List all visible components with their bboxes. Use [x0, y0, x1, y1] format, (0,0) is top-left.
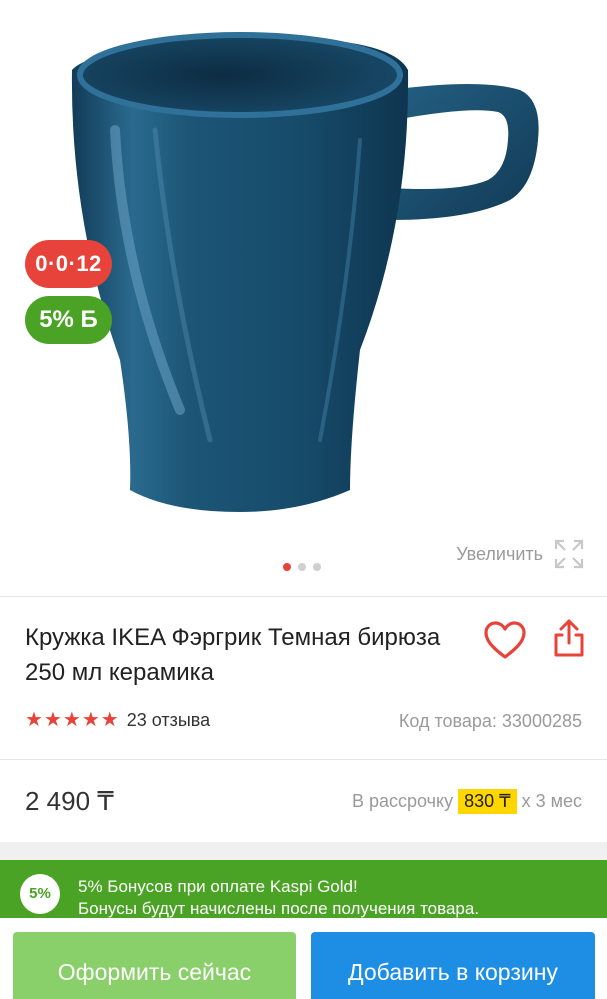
product-price: 2 490 ₸ [25, 786, 114, 816]
star-icon: ★ [43, 709, 62, 731]
gallery-pagination[interactable] [283, 563, 321, 571]
installment-badge: 0·0·12 [25, 240, 112, 288]
installment-prefix: В рассрочку [351, 791, 454, 811]
rating-stars: ★ ★ ★ ★ ★ [25, 709, 119, 731]
gallery-dot-2[interactable] [298, 563, 306, 571]
gallery-dot-3[interactable] [313, 563, 321, 571]
product-gallery[interactable]: 0·0·12 5% Б Увеличить [0, 0, 607, 595]
zoom-label: Увеличить [456, 543, 543, 564]
zoom-button[interactable]: Увеличить [456, 538, 585, 570]
product-image-mug[interactable] [60, 20, 550, 520]
reviews-link[interactable]: 23 отзыва [127, 710, 210, 731]
section-separator [0, 842, 607, 860]
installment-suffix: х 3 мес [521, 791, 582, 811]
gallery-dot-1[interactable] [283, 563, 291, 571]
bonus-badge: 5% Б [25, 296, 112, 344]
bonus-text: 5% Бонусов при оплате Kaspi Gold! Бонусы… [78, 876, 479, 920]
bonus-text-line1: 5% Бонусов при оплате Kaspi Gold! [78, 877, 358, 896]
share-icon[interactable] [553, 618, 585, 658]
divider [0, 759, 607, 760]
star-icon: ★ [25, 709, 43, 731]
expand-icon [554, 539, 584, 569]
star-icon: ★ [62, 709, 81, 731]
bonus-text-line2: Бонусы будут начислены после получения т… [78, 899, 480, 918]
bonus-banner: 5% 5% Бонусов при оплате Kaspi Gold! Бон… [0, 860, 607, 918]
favorite-heart-icon[interactable] [483, 620, 527, 660]
star-icon: ★ [81, 709, 100, 731]
bonus-percent-circle: 5% [20, 874, 60, 914]
buy-now-button[interactable]: Оформить сейчас [13, 932, 296, 999]
divider [0, 596, 607, 597]
product-title: Кружка IKEA Фэргрик Темная бирюза 250 мл… [25, 624, 441, 686]
star-icon: ★ [100, 709, 119, 731]
add-to-cart-button[interactable]: Добавить в корзину [311, 932, 595, 999]
product-rating[interactable]: ★ ★ ★ ★ ★ 23 отзыва [25, 709, 210, 731]
installment-info: В рассрочку 830 ₸ х 3 мес [352, 789, 582, 814]
product-sku: Код товара: 33000285 [398, 711, 582, 731]
installment-amount: 830 ₸ [458, 789, 517, 814]
